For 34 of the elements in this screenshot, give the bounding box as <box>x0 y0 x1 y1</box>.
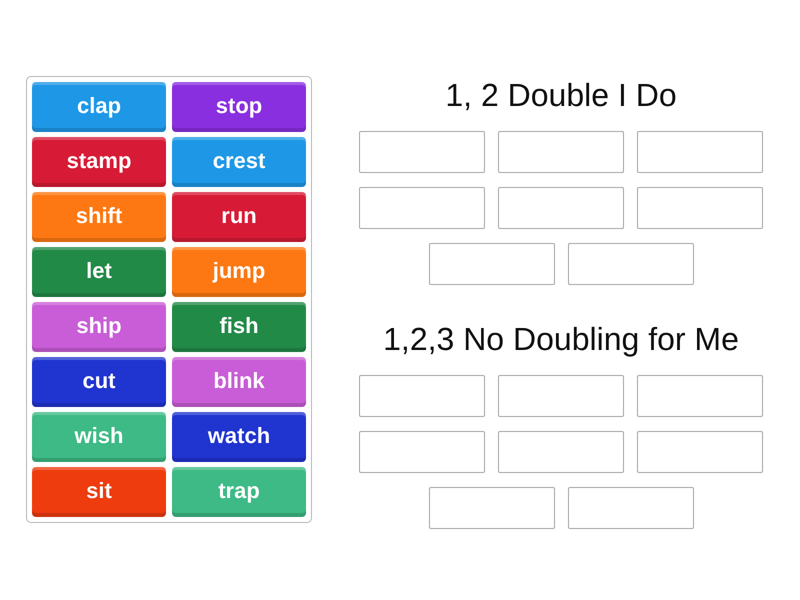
drop-box[interactable] <box>637 187 763 229</box>
word-tile[interactable]: let <box>32 247 166 297</box>
word-tile[interactable]: trap <box>172 467 306 517</box>
drop-box[interactable] <box>359 431 485 473</box>
word-tile[interactable]: cut <box>32 357 166 407</box>
group-heading: 1,2,3 No Doubling for Me <box>383 321 739 357</box>
drop-box[interactable] <box>498 431 624 473</box>
word-tile[interactable]: shift <box>32 192 166 242</box>
drop-box[interactable] <box>359 187 485 229</box>
drop-box[interactable] <box>428 243 554 285</box>
drop-box[interactable] <box>359 131 485 173</box>
drop-box[interactable] <box>568 243 694 285</box>
word-tile[interactable]: jump <box>172 247 306 297</box>
drop-box[interactable] <box>359 375 485 417</box>
word-tile[interactable]: fish <box>172 302 306 352</box>
word-tile[interactable]: ship <box>32 302 166 352</box>
drop-box[interactable] <box>498 187 624 229</box>
word-tile[interactable]: run <box>172 192 306 242</box>
word-tile[interactable]: crest <box>172 137 306 187</box>
word-tile[interactable]: wish <box>32 412 166 462</box>
drop-box[interactable] <box>637 431 763 473</box>
drop-box[interactable] <box>637 375 763 417</box>
word-tile[interactable]: stop <box>172 82 306 132</box>
word-tile[interactable]: stamp <box>32 137 166 187</box>
drop-box[interactable] <box>428 487 554 529</box>
drop-box[interactable] <box>498 131 624 173</box>
word-tile[interactable]: watch <box>172 412 306 462</box>
group-heading: 1, 2 Double I Do <box>445 77 677 113</box>
drop-box[interactable] <box>568 487 694 529</box>
drop-box[interactable] <box>637 131 763 173</box>
word-tile[interactable]: blink <box>172 357 306 407</box>
word-tile[interactable]: clap <box>32 82 166 132</box>
word-tile[interactable]: sit <box>32 467 166 517</box>
drop-box[interactable] <box>498 375 624 417</box>
